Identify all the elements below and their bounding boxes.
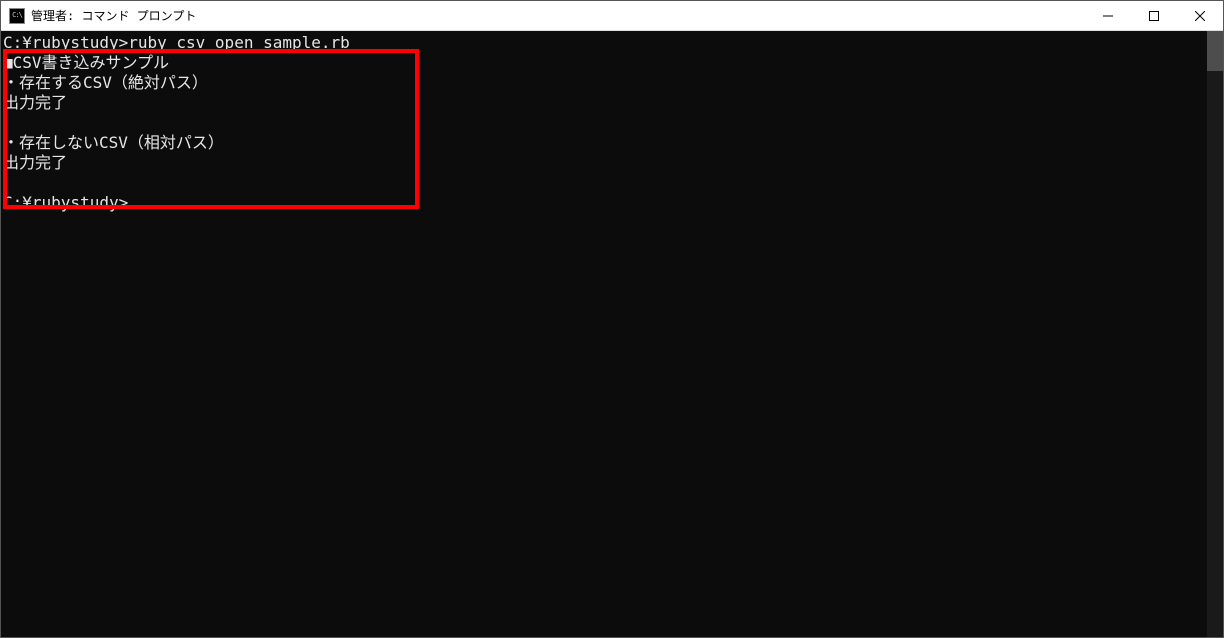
cmd-icon: C:\ <box>9 8 25 24</box>
maximize-icon <box>1149 11 1159 21</box>
terminal-line <box>3 113 1205 133</box>
terminal-line <box>3 173 1205 193</box>
terminal-line: ■CSV書き込みサンプル <box>3 53 1205 73</box>
terminal-line: C:¥rubystudy>ruby csv_open_sample.rb <box>3 33 1205 53</box>
close-icon <box>1195 11 1205 21</box>
scrollbar-thumb[interactable] <box>1207 31 1223 71</box>
maximize-button[interactable] <box>1131 1 1177 31</box>
titlebar[interactable]: C:\ 管理者: コマンド プロンプト <box>1 1 1223 31</box>
window-title: 管理者: コマンド プロンプト <box>31 7 196 24</box>
cmd-window: C:\ 管理者: コマンド プロンプト C:¥rubystudy>ruby cs… <box>0 0 1224 638</box>
terminal-line: 出力完了 <box>3 93 1205 113</box>
terminal-line: ・存在するCSV（絶対パス） <box>3 73 1205 93</box>
terminal-prompt-line: C:¥rubystudy> <box>3 193 1205 213</box>
close-button[interactable] <box>1177 1 1223 31</box>
terminal-line: ・存在しないCSV（相対パス） <box>3 133 1205 153</box>
terminal-area: C:¥rubystudy>ruby csv_open_sample.rb■CSV… <box>1 31 1223 637</box>
scrollbar-vertical[interactable] <box>1207 31 1223 637</box>
terminal-cursor <box>128 206 137 209</box>
minimize-button[interactable] <box>1085 1 1131 31</box>
terminal-output[interactable]: C:¥rubystudy>ruby csv_open_sample.rb■CSV… <box>1 31 1207 637</box>
terminal-line: 出力完了 <box>3 153 1205 173</box>
minimize-icon <box>1103 11 1113 21</box>
